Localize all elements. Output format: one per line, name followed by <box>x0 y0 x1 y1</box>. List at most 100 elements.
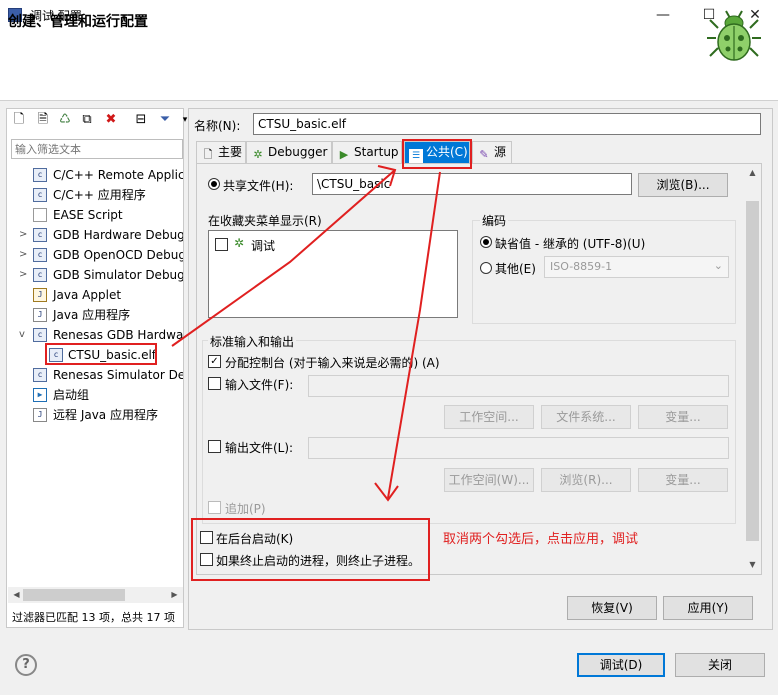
encoding-select-value: ISO-8859-1 <box>550 260 613 273</box>
tab-label: 主要 <box>218 145 243 159</box>
scroll-down-icon[interactable]: ▼ <box>744 557 761 573</box>
new-prototype-icon[interactable]: 🗎 <box>35 112 51 128</box>
tree-item-label: GDB OpenOCD Debugg <box>53 248 183 262</box>
favorites-debug-checkbox[interactable] <box>215 238 228 251</box>
workspace-button-output[interactable]: 工作空间(W)... <box>444 468 534 492</box>
tree-item[interactable]: EASE Script <box>7 205 183 225</box>
c-config-icon: c <box>33 328 47 342</box>
io-group-title: 标准输入和输出 <box>208 333 297 350</box>
tab-debugger[interactable]: ✲ Debugger <box>246 141 332 163</box>
input-file-checkbox[interactable] <box>208 377 221 390</box>
bug-small-icon: ✲ <box>234 236 245 250</box>
tree-item-label: Renesas GDB Hardwar <box>53 328 183 342</box>
output-file-field[interactable] <box>308 437 729 459</box>
tab-bar: 🗋 主要 ✲ Debugger ▶ Startup ☰ 公共(C) ✎ 源 <box>196 141 762 163</box>
tree-item-label: 远程 Java 应用程序 <box>53 408 158 422</box>
scroll-thumb[interactable] <box>23 589 125 601</box>
shared-file-input[interactable]: \CTSU_basic <box>312 173 632 195</box>
c-config-icon: c <box>33 168 47 182</box>
tree-item[interactable]: J Java Applet <box>7 285 183 305</box>
horizontal-scrollbar[interactable]: ◀ ▶ <box>8 587 183 603</box>
tree-item[interactable]: J 远程 Java 应用程序 <box>7 405 183 425</box>
tree-item-label: GDB Simulator Debugg <box>53 268 183 282</box>
allocate-console-checkbox[interactable]: ✓ <box>208 355 221 368</box>
tree-item[interactable]: > c GDB OpenOCD Debugg <box>7 245 183 265</box>
filesystem-button[interactable]: 文件系统... <box>541 405 631 429</box>
browse-button-output[interactable]: 浏览(R)... <box>541 468 631 492</box>
collapse-all-icon[interactable]: ⊟ <box>133 112 149 128</box>
encoding-default-radio[interactable] <box>480 236 492 248</box>
java-applet-icon: J <box>33 288 47 302</box>
variables-button-input[interactable]: 变量... <box>638 405 728 429</box>
input-file-field[interactable] <box>308 375 729 397</box>
debug-button[interactable]: 调试(D) <box>577 653 665 677</box>
tree-expander[interactable]: v <box>19 325 31 345</box>
append-checkbox[interactable] <box>208 501 221 514</box>
filter-input[interactable] <box>11 139 183 159</box>
allocate-console-label: 分配控制台 (对于输入来说是必需的) (A) <box>225 356 440 370</box>
tree-item-label: Java Applet <box>53 288 122 302</box>
tree-item[interactable]: v c Renesas GDB Hardwar <box>7 325 183 345</box>
close-button[interactable]: 关闭 <box>675 653 765 677</box>
encoding-other-radio[interactable] <box>480 262 492 274</box>
scroll-up-icon[interactable]: ▲ <box>744 165 761 181</box>
c-config-icon: c <box>33 248 47 262</box>
delete-icon[interactable]: ✖ <box>103 112 119 128</box>
shared-file-label: 共享文件(H): <box>223 179 294 193</box>
workspace-button-input[interactable]: 工作空间... <box>444 405 534 429</box>
annotation-text: 取消两个勾选后，点击应用，调试 <box>443 532 639 547</box>
minimize-button[interactable]: — <box>640 0 686 30</box>
vertical-scrollbar[interactable]: ▲ ▼ <box>744 165 761 573</box>
shared-file-radio[interactable] <box>208 178 220 190</box>
encoding-other-label: 其他(E) <box>495 262 536 276</box>
tree-item-label: C/C++ Remote Applica <box>53 168 183 182</box>
tree-item[interactable]: c C/C++ Remote Applica <box>7 165 183 185</box>
duplicate-icon[interactable]: ⧉ <box>79 112 95 128</box>
help-icon[interactable]: ? <box>15 654 37 676</box>
tree-expander[interactable]: > <box>19 245 31 265</box>
new-config-icon[interactable]: 🗋 <box>11 112 27 128</box>
tab-startup[interactable]: ▶ Startup <box>332 141 402 163</box>
scroll-right-icon[interactable]: ▶ <box>166 587 183 603</box>
favorites-group-title: 在收藏夹菜单显示(R) <box>208 214 322 228</box>
script-icon <box>33 208 47 222</box>
annotation-box-tab <box>402 139 472 169</box>
tab-main[interactable]: 🗋 主要 <box>196 141 246 163</box>
name-input[interactable]: CTSU_basic.elf <box>253 113 761 135</box>
tree-item[interactable]: J Java 应用程序 <box>7 305 183 325</box>
tree-item[interactable]: > c GDB Hardware Debugg <box>7 225 183 245</box>
remote-java-icon: J <box>33 408 47 422</box>
variables-button-output[interactable]: 变量... <box>638 468 728 492</box>
c-config-icon: c <box>33 188 47 202</box>
encoding-select[interactable]: ISO-8859-1 ⌄ <box>544 256 729 278</box>
tree-item[interactable]: c C/C++ 应用程序 <box>7 185 183 205</box>
annotation-box-tree <box>45 343 157 365</box>
scroll-thumb[interactable] <box>746 201 759 541</box>
output-file-checkbox[interactable] <box>208 440 221 453</box>
tab-label: 源 <box>494 145 507 159</box>
export-icon[interactable]: ♺ <box>57 112 73 128</box>
filter-status: 过滤器已匹配 13 项，总共 17 项 <box>12 611 175 624</box>
name-label: 名称(N): <box>194 119 241 133</box>
output-file-label: 输出文件(L): <box>225 441 294 455</box>
tree-item-label: Renesas Simulator Deb <box>53 368 183 382</box>
java-app-icon: J <box>33 308 47 322</box>
encoding-default-label: 缺省值 - 继承的 (UTF-8)(U) <box>495 237 646 251</box>
favorites-list <box>208 230 458 318</box>
filter-icon[interactable]: ⏷ <box>157 112 173 128</box>
tree-item[interactable]: ▶ 启动组 <box>7 385 183 405</box>
tree-expander[interactable]: > <box>19 225 31 245</box>
append-label: 追加(P) <box>225 502 266 516</box>
tab-label: Debugger <box>268 145 328 159</box>
tree-expander[interactable]: > <box>19 265 31 285</box>
apply-button[interactable]: 应用(Y) <box>663 596 753 620</box>
revert-button[interactable]: 恢复(V) <box>567 596 657 620</box>
browse-button[interactable]: 浏览(B)... <box>638 173 728 197</box>
debug-bug-icon <box>707 10 761 61</box>
tab-source[interactable]: ✎ 源 <box>472 141 512 163</box>
startup-icon: ▶ <box>339 148 349 161</box>
tree-item[interactable]: c Renesas Simulator Deb <box>7 365 183 385</box>
tree-item[interactable]: > c GDB Simulator Debugg <box>7 265 183 285</box>
launch-group-icon: ▶ <box>33 388 47 402</box>
dialog-header <box>0 30 778 101</box>
